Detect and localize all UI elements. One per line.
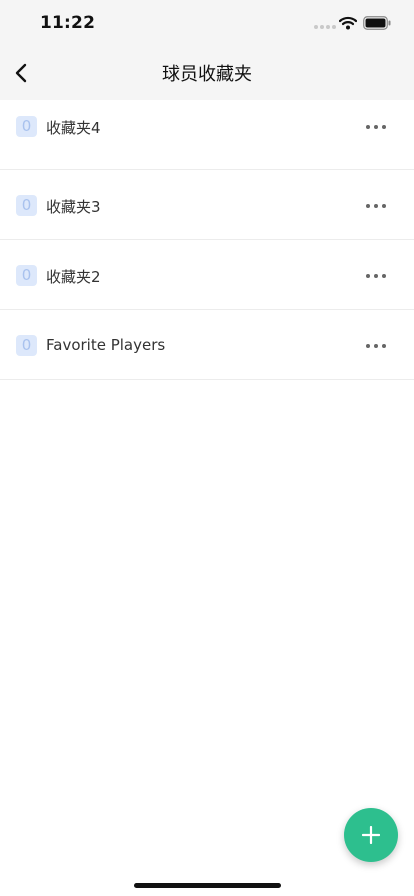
list-item[interactable]: 0 收藏夹2 [0, 240, 414, 310]
nav-bar: 球员收藏夹 [0, 48, 414, 100]
favorites-list: 0 收藏夹4 0 收藏夹3 0 收藏夹2 0 Favorite Players [0, 100, 414, 380]
more-button[interactable] [362, 117, 390, 137]
count-badge: 0 [16, 116, 37, 137]
battery-icon [363, 16, 391, 30]
more-button[interactable] [362, 266, 390, 286]
count-badge: 0 [16, 335, 37, 356]
list-item[interactable]: 0 Favorite Players [0, 310, 414, 380]
wifi-icon [339, 16, 357, 30]
more-button[interactable] [362, 196, 390, 216]
status-bar: 11:22 [0, 0, 414, 48]
more-button[interactable] [362, 336, 390, 356]
list-item-label: Favorite Players [46, 336, 166, 354]
home-indicator [134, 883, 281, 888]
list-item[interactable]: 0 收藏夹4 [0, 100, 414, 170]
list-item-label: 收藏夹3 [46, 198, 101, 216]
list-item-label: 收藏夹2 [46, 268, 101, 286]
count-badge: 0 [16, 195, 37, 216]
list-item-label: 收藏夹4 [46, 119, 101, 137]
add-favorite-button[interactable] [344, 808, 398, 862]
list-item[interactable]: 0 收藏夹3 [0, 170, 414, 240]
count-badge: 0 [16, 265, 37, 286]
plus-icon [362, 826, 380, 844]
page-title: 球员收藏夹 [162, 64, 252, 85]
signal-dots-icon [314, 25, 336, 29]
status-time: 11:22 [40, 13, 96, 33]
